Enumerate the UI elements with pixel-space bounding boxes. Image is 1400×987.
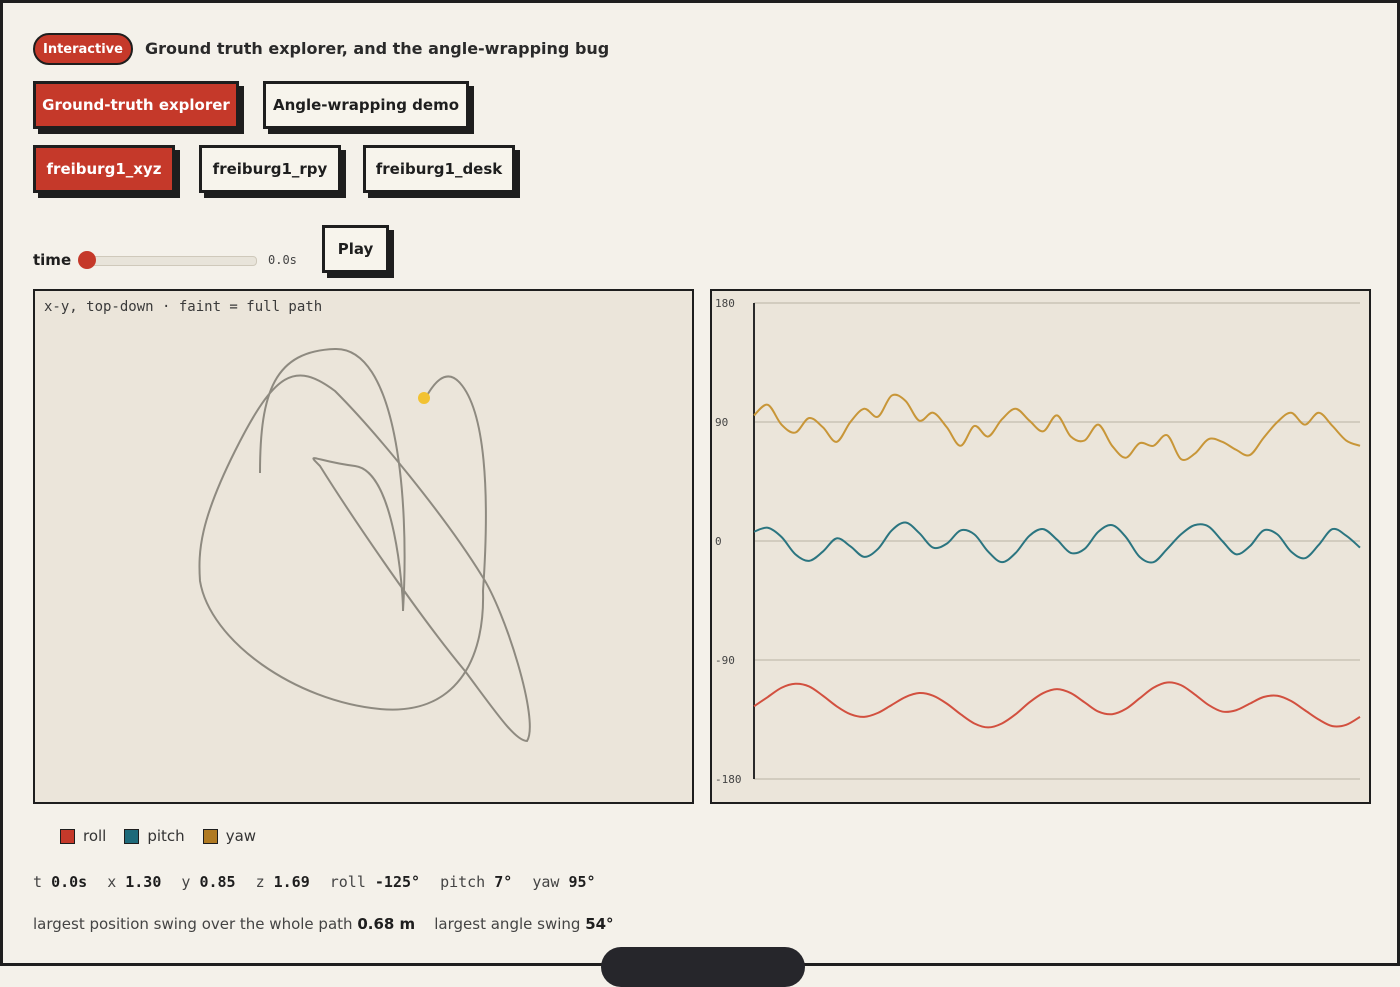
pitch-swatch — [124, 828, 140, 844]
trajectory-caption: x-y, top-down · faint = full path — [44, 299, 322, 315]
legend-item-pitch: pitch — [124, 827, 185, 845]
time-slider-track[interactable] — [83, 256, 257, 266]
readout-pitch-value: 7° — [494, 873, 513, 891]
y-tick-label: 90 — [715, 416, 728, 429]
tab-ground-truth-explorer[interactable]: Ground-truth explorer — [33, 81, 239, 129]
trajectory-panel: x-y, top-down · faint = full path — [33, 289, 694, 804]
sequence-button-freiburg1-xyz[interactable]: freiburg1_xyz — [33, 145, 175, 193]
legend-label-roll: roll — [83, 827, 107, 845]
roll-series-line — [753, 681, 1361, 729]
orientation-chart: 180 90 0 -90 -180 — [715, 297, 1361, 786]
trajectory-full-path — [198, 347, 531, 743]
play-button[interactable]: Play — [322, 225, 389, 273]
pitch-series-line — [753, 521, 1361, 564]
current-position-marker — [418, 392, 430, 404]
trajectory-plot: x-y, top-down · faint = full path — [44, 299, 531, 743]
position-swing-value: 0.68 m — [357, 915, 416, 933]
readout-pitch-label: pitch — [440, 873, 486, 891]
readout-roll-label: roll — [329, 873, 366, 891]
legend-item-yaw: yaw — [202, 827, 257, 845]
time-value: 0.0s — [268, 253, 297, 267]
readout-yaw-value: 95° — [568, 873, 596, 891]
angle-swing-value: 54° — [585, 915, 614, 933]
roll-swatch — [60, 828, 75, 844]
yaw-swatch — [202, 828, 218, 844]
time-label: time — [33, 251, 72, 269]
readout-t-label: t — [33, 873, 43, 891]
sequence-button-freiburg1-desk[interactable]: freiburg1_desk — [363, 145, 515, 193]
legend: roll pitch yaw — [60, 827, 256, 845]
readout-z-value: 1.69 — [273, 873, 310, 891]
sequence-button-freiburg1-rpy[interactable]: freiburg1_rpy — [199, 145, 341, 193]
page-title: Ground truth explorer, and the angle-wra… — [145, 39, 610, 58]
swing-summary: largest position swing over the whole pa… — [33, 915, 614, 933]
y-tick-label: -90 — [715, 654, 735, 667]
angle-swing-label: largest angle swing — [434, 915, 581, 933]
y-tick-label: 180 — [715, 297, 735, 310]
legend-label-pitch: pitch — [147, 827, 185, 845]
y-tick-label: 0 — [715, 535, 722, 548]
readout-y-label: y — [181, 873, 191, 891]
readout-x-value: 1.30 — [125, 873, 162, 891]
readout-x-label: x — [107, 873, 117, 891]
readout-t-value: 0.0s — [51, 873, 88, 891]
position-swing-label: largest position swing over the whole pa… — [33, 915, 353, 933]
y-tick-label: -180 — [715, 773, 742, 786]
orientation-panel: 180 90 0 -90 -180 — [710, 289, 1371, 804]
bottom-dock — [601, 947, 805, 987]
readout-y-value: 0.85 — [199, 873, 236, 891]
tab-angle-wrapping-demo[interactable]: Angle-wrapping demo — [263, 81, 469, 129]
readout-roll-value: -125° — [374, 873, 421, 891]
time-slider-thumb[interactable] — [78, 251, 96, 269]
interactive-badge: Interactive — [33, 33, 133, 65]
pose-readout: t 0.0s x 1.30 y 0.85 z 1.69 roll -125° pitch … — [33, 873, 616, 891]
legend-label-yaw: yaw — [225, 827, 257, 845]
legend-item-roll: roll — [60, 827, 106, 845]
yaw-series-line — [753, 393, 1361, 461]
readout-yaw-label: yaw — [532, 873, 560, 891]
readout-z-label: z — [255, 873, 265, 891]
